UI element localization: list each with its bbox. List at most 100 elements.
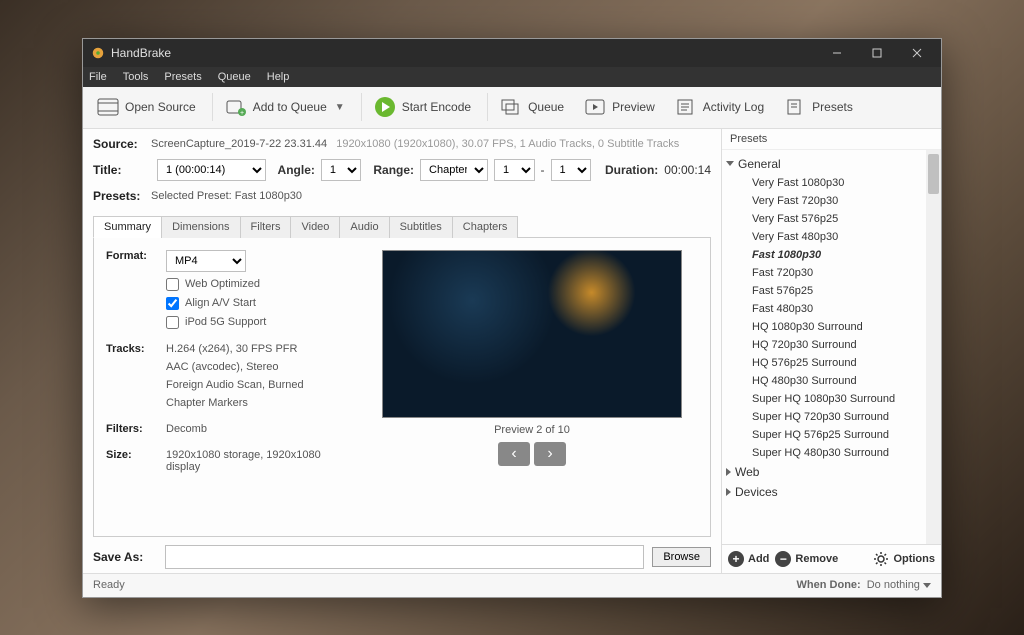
ipod-checkbox[interactable]: iPod 5G Support bbox=[166, 316, 346, 329]
angle-select[interactable]: 1 bbox=[321, 159, 361, 181]
when-done-label: When Done: bbox=[797, 579, 861, 591]
format-label: Format: bbox=[106, 250, 166, 329]
presets-button[interactable]: Presets bbox=[776, 94, 861, 120]
preset-item[interactable]: HQ 480p30 Surround bbox=[722, 372, 941, 390]
log-icon bbox=[675, 98, 697, 116]
queue-add-icon: + bbox=[225, 98, 247, 116]
source-label: Source: bbox=[93, 137, 143, 151]
main-panel: Source: ScreenCapture_2019-7-22 23.31.44… bbox=[83, 129, 721, 573]
browse-button[interactable]: Browse bbox=[652, 547, 711, 567]
preview-caption: Preview 2 of 10 bbox=[494, 424, 570, 436]
preset-item[interactable]: HQ 720p30 Surround bbox=[722, 336, 941, 354]
toolbar: Open Source + Add to Queue ▼ Start Encod… bbox=[83, 87, 941, 129]
align-av-checkbox[interactable]: Align A/V Start bbox=[166, 297, 346, 310]
chevron-down-icon bbox=[726, 161, 734, 166]
app-icon bbox=[91, 46, 105, 60]
tab-summary[interactable]: Summary bbox=[93, 216, 162, 238]
range-type-select[interactable]: Chapters bbox=[420, 159, 488, 181]
preset-item[interactable]: Fast 720p30 bbox=[722, 264, 941, 282]
preset-item[interactable]: Fast 480p30 bbox=[722, 300, 941, 318]
close-button[interactable] bbox=[897, 39, 937, 67]
preset-options-button[interactable]: Options bbox=[873, 551, 935, 567]
preset-item[interactable]: HQ 1080p30 Surround bbox=[722, 318, 941, 336]
preset-item[interactable]: Super HQ 1080p30 Surround bbox=[722, 390, 941, 408]
size-value: 1920x1080 storage, 1920x1080 display bbox=[166, 449, 346, 473]
presets-icon bbox=[784, 98, 806, 116]
maximize-button[interactable] bbox=[857, 39, 897, 67]
add-to-queue-button[interactable]: + Add to Queue ▼ bbox=[217, 94, 353, 120]
preset-item[interactable]: Very Fast 480p30 bbox=[722, 228, 941, 246]
preset-item[interactable]: Very Fast 576p25 bbox=[722, 210, 941, 228]
tab-filters[interactable]: Filters bbox=[240, 216, 292, 238]
when-done-select[interactable]: Do nothing bbox=[867, 579, 931, 591]
start-encode-button[interactable]: Start Encode bbox=[366, 94, 479, 120]
presets-row-label: Presets: bbox=[93, 189, 143, 203]
selected-preset: Selected Preset: Fast 1080p30 bbox=[151, 190, 302, 202]
duration-label: Duration: bbox=[605, 163, 658, 177]
menu-tools[interactable]: Tools bbox=[123, 71, 149, 83]
preset-item[interactable]: Fast 1080p30 bbox=[722, 246, 941, 264]
menu-help[interactable]: Help bbox=[267, 71, 290, 83]
titlebar[interactable]: HandBrake bbox=[83, 39, 941, 67]
preset-group-label: Web bbox=[735, 465, 759, 479]
preset-item[interactable]: Super HQ 720p30 Surround bbox=[722, 408, 941, 426]
app-window: HandBrake File Tools Presets Queue Help … bbox=[82, 38, 942, 598]
preset-item[interactable]: HQ 576p25 Surround bbox=[722, 354, 941, 372]
track-line: Chapter Markers bbox=[166, 397, 346, 409]
preset-item[interactable]: Fast 576p25 bbox=[722, 282, 941, 300]
source-value: ScreenCapture_2019-7-22 23.31.44 bbox=[151, 138, 327, 150]
chevron-right-icon bbox=[726, 488, 731, 496]
track-line: AAC (avcodec), Stereo bbox=[166, 361, 346, 373]
minimize-button[interactable] bbox=[817, 39, 857, 67]
preset-group-label: Devices bbox=[735, 485, 778, 499]
tabs: Summary Dimensions Filters Video Audio S… bbox=[93, 215, 711, 238]
scrollbar[interactable] bbox=[926, 150, 941, 544]
preset-group[interactable]: Devices bbox=[722, 482, 941, 502]
range-dash: - bbox=[541, 163, 545, 177]
queue-icon bbox=[500, 98, 522, 116]
menu-file[interactable]: File bbox=[89, 71, 107, 83]
preset-group[interactable]: Web bbox=[722, 462, 941, 482]
preview-icon bbox=[584, 98, 606, 116]
title-select[interactable]: 1 (00:00:14) bbox=[157, 159, 266, 181]
preview-next-button[interactable]: › bbox=[534, 442, 566, 466]
title-label: Title: bbox=[93, 163, 143, 177]
web-optimized-checkbox[interactable]: Web Optimized bbox=[166, 278, 346, 291]
preset-item[interactable]: Very Fast 1080p30 bbox=[722, 174, 941, 192]
plus-icon: + bbox=[728, 551, 744, 567]
preset-item[interactable]: Super HQ 480p30 Surround bbox=[722, 444, 941, 462]
tab-dimensions[interactable]: Dimensions bbox=[161, 216, 240, 238]
preset-group[interactable]: General bbox=[722, 154, 941, 174]
tab-subtitles[interactable]: Subtitles bbox=[389, 216, 453, 238]
preset-group-label: General bbox=[738, 157, 781, 171]
range-to-select[interactable]: 1 bbox=[551, 159, 591, 181]
status-bar: Ready When Done: Do nothing bbox=[83, 573, 941, 597]
open-source-button[interactable]: Open Source bbox=[89, 94, 204, 120]
save-as-label: Save As: bbox=[93, 550, 149, 564]
preset-item[interactable]: Super HQ 576p25 Surround bbox=[722, 426, 941, 444]
preset-remove-button[interactable]: −Remove bbox=[775, 551, 838, 567]
chevron-right-icon bbox=[726, 468, 731, 476]
track-line: Foreign Audio Scan, Burned bbox=[166, 379, 346, 391]
preset-item[interactable]: Very Fast 720p30 bbox=[722, 192, 941, 210]
status-text: Ready bbox=[93, 579, 125, 591]
save-as-input[interactable] bbox=[165, 545, 644, 569]
filters-value: Decomb bbox=[166, 423, 346, 435]
source-meta: 1920x1080 (1920x1080), 30.07 FPS, 1 Audi… bbox=[336, 138, 679, 150]
tab-audio[interactable]: Audio bbox=[339, 216, 389, 238]
tab-video[interactable]: Video bbox=[290, 216, 340, 238]
format-select[interactable]: MP4 bbox=[166, 250, 246, 272]
chevron-down-icon[interactable]: ▼ bbox=[335, 102, 345, 113]
scrollbar-thumb[interactable] bbox=[928, 154, 939, 194]
menu-presets[interactable]: Presets bbox=[164, 71, 201, 83]
preview-button[interactable]: Preview bbox=[576, 94, 663, 120]
svg-text:+: + bbox=[240, 110, 244, 116]
activity-log-button[interactable]: Activity Log bbox=[667, 94, 772, 120]
queue-button[interactable]: Queue bbox=[492, 94, 572, 120]
play-icon bbox=[374, 98, 396, 116]
range-from-select[interactable]: 1 bbox=[494, 159, 534, 181]
preview-prev-button[interactable]: ‹ bbox=[498, 442, 530, 466]
preset-add-button[interactable]: +Add bbox=[728, 551, 769, 567]
tab-chapters[interactable]: Chapters bbox=[452, 216, 519, 238]
menu-queue[interactable]: Queue bbox=[218, 71, 251, 83]
